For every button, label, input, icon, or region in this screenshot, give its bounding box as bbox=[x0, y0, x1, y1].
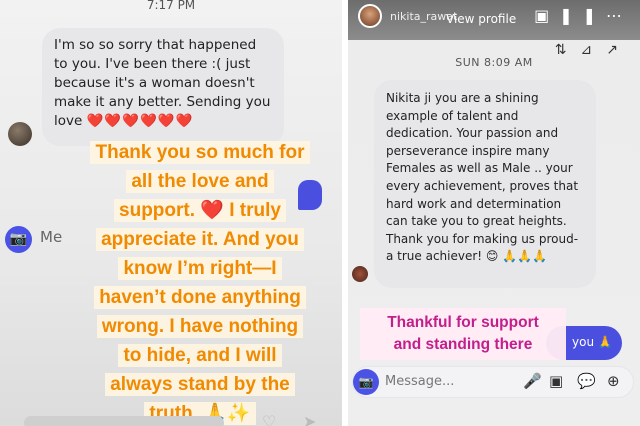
message-input[interactable]: Message... bbox=[385, 374, 454, 389]
message-text: Nikita ji you are a shining example of t… bbox=[386, 91, 579, 264]
caption-line: and standing there bbox=[393, 336, 533, 353]
profile-avatar[interactable] bbox=[358, 4, 382, 28]
caption-line: to hide, and I will bbox=[118, 344, 282, 367]
story-reply-bar: ♡ ➤ bbox=[0, 412, 342, 426]
caption-line: haven’t done anything bbox=[94, 286, 306, 309]
caption-line: all the love and bbox=[126, 170, 274, 193]
more-icon[interactable]: ⋯ bbox=[606, 6, 632, 25]
received-message-bubble: Nikita ji you are a shining example of t… bbox=[374, 80, 596, 288]
caption-line: appreciate it. And you bbox=[96, 228, 304, 251]
sender-avatar[interactable] bbox=[352, 266, 368, 282]
camera-icon[interactable]: 📷 bbox=[353, 369, 379, 395]
reply-input[interactable] bbox=[24, 416, 224, 426]
received-message-bubble: I'm so so sorry that happened to you. I'… bbox=[42, 28, 284, 146]
microphone-icon[interactable]: 🎤 bbox=[523, 372, 542, 390]
add-icon[interactable]: ⊕ bbox=[607, 372, 620, 390]
caption-line: always stand by the bbox=[105, 373, 295, 396]
caption-line: know I’m right—I bbox=[118, 257, 282, 280]
chat-timestamp: SUN 8:09 AM bbox=[455, 56, 533, 69]
sticker-icon[interactable]: 💬 bbox=[577, 372, 596, 390]
caption-line: Thankful for support bbox=[387, 314, 539, 331]
pause-icon[interactable]: ❚❚ bbox=[559, 6, 606, 25]
story-caption-overlay: Thank you so much for all the love and s… bbox=[62, 138, 338, 426]
mute-icon[interactable]: ▣ bbox=[534, 6, 559, 25]
caption-line: Thank you so much for bbox=[90, 141, 310, 164]
caption-line: support. ❤️ I truly bbox=[114, 199, 286, 222]
story-caption-overlay: Thankful for support and standing there bbox=[360, 308, 566, 360]
camera-icon[interactable]: 📷 bbox=[5, 226, 32, 253]
message-input-placeholder[interactable]: Me bbox=[40, 228, 62, 246]
view-profile-link[interactable]: View profile bbox=[446, 12, 516, 26]
message-composer: 📷 Message... 🎤 ▣ 💬 ⊕ bbox=[352, 366, 634, 398]
heart-icon[interactable]: ♡ bbox=[262, 412, 276, 426]
right-story-panel: nikita_rawat View profile ▣❚❚⋯ ⇅⊿↗ SUN 8… bbox=[348, 0, 640, 426]
sender-avatar[interactable] bbox=[8, 122, 32, 146]
story-controls: ▣❚❚⋯ bbox=[534, 6, 632, 25]
caption-line: wrong. I have nothing bbox=[96, 315, 304, 338]
hearts-emoji: ❤️❤️❤️❤️❤️❤️ bbox=[86, 113, 194, 129]
story-header: nikita_rawat View profile ▣❚❚⋯ bbox=[348, 0, 640, 40]
left-story-panel: 7:17 PM I'm so so sorry that happened to… bbox=[0, 0, 342, 426]
share-icon[interactable]: ➤ bbox=[303, 412, 316, 426]
gallery-icon[interactable]: ▣ bbox=[549, 372, 563, 390]
status-time: 7:17 PM bbox=[146, 0, 196, 12]
